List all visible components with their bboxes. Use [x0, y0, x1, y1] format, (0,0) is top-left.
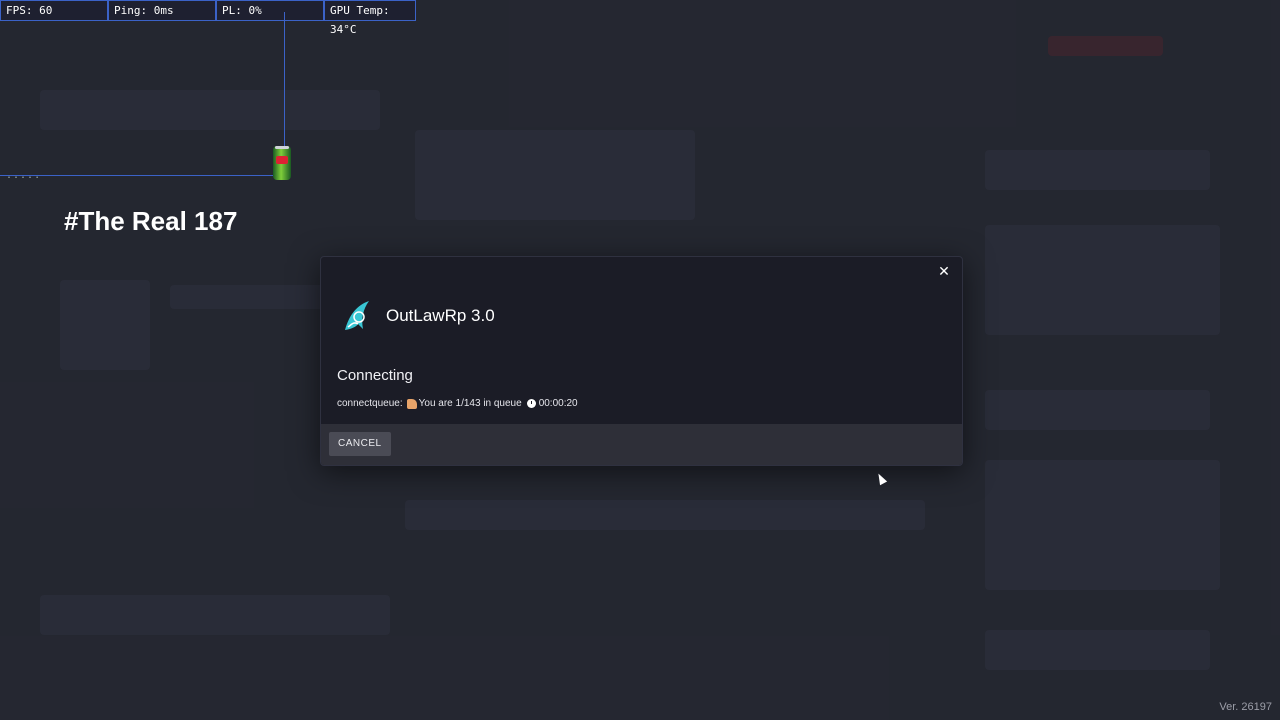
cancel-button[interactable]: CANCEL: [329, 432, 391, 456]
clock-icon: [526, 399, 536, 408]
ping-readout: Ping: 0ms: [108, 0, 216, 21]
connecting-dialog: ✕ OutLawRp 3.0 Connecting connectqueue: …: [320, 256, 963, 466]
close-icon[interactable]: ✕: [936, 263, 952, 279]
packet-loss-readout: PL: 0%: [216, 0, 324, 21]
queue-info: connectqueue: You are 1/143 in queue 00:…: [337, 398, 578, 409]
queue-time: 00:00:20: [538, 398, 578, 409]
server-logo-icon: [339, 297, 377, 335]
queue-prefix: connectqueue:: [337, 398, 403, 409]
queue-position: You are 1/143 in queue: [418, 398, 522, 409]
hand-emoji-icon: [406, 398, 417, 409]
server-header: OutLawRp 3.0: [339, 297, 495, 335]
performance-hud: FPS: 60 Ping: 0ms PL: 0% GPU Temp: 34°C: [0, 0, 416, 36]
fps-readout: FPS: 60: [0, 0, 108, 21]
guide-line-horizontal: [0, 175, 285, 176]
connection-status: Connecting: [337, 367, 413, 384]
gpu-temp-readout: GPU Temp: 34°C: [324, 0, 416, 36]
guide-dots: .....: [6, 170, 42, 181]
version-label: Ver. 26197: [1219, 701, 1272, 713]
dialog-footer: CANCEL: [321, 424, 962, 465]
soda-can-icon: [273, 146, 291, 180]
server-name: OutLawRp 3.0: [386, 306, 495, 325]
overlay-title: #The Real 187: [64, 206, 238, 236]
